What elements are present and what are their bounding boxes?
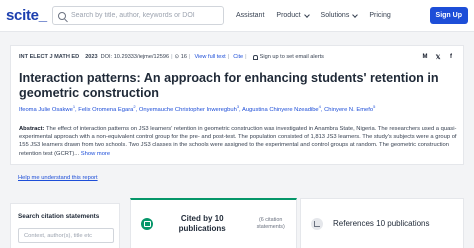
search-icon (58, 11, 66, 20)
author-name: Augustina Chinyere Nzeadibe (241, 106, 319, 113)
main-nav: Assistant Product Solutions Pricing (236, 11, 403, 19)
author-link[interactable]: Ifeoma Julie Osakwe1 (19, 104, 76, 113)
show-more-link[interactable]: Show more (81, 151, 110, 157)
twitter-icon[interactable]: 𝕏 (434, 53, 442, 61)
cite-link[interactable]: Cite (233, 54, 243, 60)
abstract: Abstract: The effect of interaction patt… (19, 125, 457, 158)
author-affiliation: 1 (72, 104, 76, 109)
article-meta: INT ELECT J MATH ED 2023 DOI: 10.29333/i… (19, 54, 324, 60)
doi[interactable]: DOI: 10.29333/iejme/12596 (101, 54, 169, 60)
sign-up-button[interactable]: Sign Up (429, 7, 468, 24)
nav-solutions-label: Solutions (320, 12, 350, 19)
search-input[interactable] (71, 12, 218, 19)
references-icon (311, 217, 323, 230)
nav-product[interactable]: Product (276, 11, 310, 19)
cited-by-icon (141, 218, 153, 230)
mendeley-icon[interactable]: M (421, 53, 429, 61)
citation-search-input[interactable]: Context, author(s), title etc (18, 228, 114, 243)
nav-product-label: Product (276, 12, 301, 19)
meta-separator: | (227, 54, 230, 60)
article-card: INT ELECT J MATH ED 2023 DOI: 10.29333/i… (10, 45, 464, 165)
email-alert-link[interactable]: Sign up to set email alerts (260, 54, 324, 60)
chevron-down-icon (352, 11, 359, 18)
share-icons: M 𝕏 f (416, 53, 455, 61)
cited-by-label: Cited by 10 publications (178, 214, 226, 233)
citation-search-panel: Search citation statements Context, auth… (10, 203, 120, 248)
author-name: Ifeoma Julie Osakwe (19, 106, 73, 113)
view-count: ⊙ 16 (174, 54, 187, 60)
citation-search-heading: Search citation statements (18, 213, 100, 220)
nav-pricing[interactable]: Pricing (369, 12, 390, 19)
author-name: Felix Oromena Egara (78, 106, 134, 113)
author-name: Onyemauche Christopher Inweregbuh (138, 106, 237, 113)
abstract-label: Abstract: (19, 126, 45, 132)
meta-separator: | (171, 54, 173, 60)
author-link[interactable]: Onyemauche Christopher Inweregbuh3 (138, 104, 240, 113)
facebook-icon[interactable]: f (447, 53, 455, 61)
search-box[interactable] (52, 6, 224, 25)
citation-statements-count: (6 citation statements) (256, 217, 285, 230)
journal-name: INT ELECT J MATH ED (19, 54, 80, 60)
scite-logo[interactable]: scite_ (6, 7, 52, 24)
publication-year: 2023 (85, 54, 98, 60)
author-link[interactable]: Chinyere N. Emefo5 (324, 104, 376, 113)
view-full-text-link[interactable]: View full text (194, 54, 225, 60)
author-affiliation: 4 (318, 104, 321, 109)
nav-assistant[interactable]: Assistant (236, 12, 264, 19)
nav-assistant-label: Assistant (236, 12, 265, 19)
top-nav: scite_ Assistant Product Solutions Prici… (0, 0, 474, 32)
nav-solutions[interactable]: Solutions (320, 11, 359, 19)
bell-icon (252, 54, 258, 60)
chevron-down-icon (303, 11, 310, 18)
tab-references[interactable]: References 10 publications (300, 198, 464, 248)
author-affiliation: 5 (373, 104, 376, 109)
author-link[interactable]: Felix Oromena Egara2 (78, 104, 136, 113)
article-title: Interaction patterns: An approach for en… (19, 71, 439, 100)
author-affiliation: 2 (133, 104, 136, 109)
references-label: References 10 publications (333, 219, 430, 228)
author-affiliation: 3 (236, 104, 240, 109)
tab-cited-by[interactable]: Cited by 10 publications (6 citation sta… (130, 198, 297, 248)
author-name: Chinyere N. Emefo (324, 106, 374, 113)
author-list: Ifeoma Julie Osakwe1, Felix Oromena Egar… (19, 104, 376, 113)
meta-separator: | (188, 54, 191, 60)
author-link[interactable]: Augustina Chinyere Nzeadibe4 (241, 104, 321, 113)
nav-pricing-label: Pricing (369, 12, 391, 19)
meta-separator: | (245, 54, 247, 60)
help-link[interactable]: Help me understand this report (18, 175, 98, 181)
